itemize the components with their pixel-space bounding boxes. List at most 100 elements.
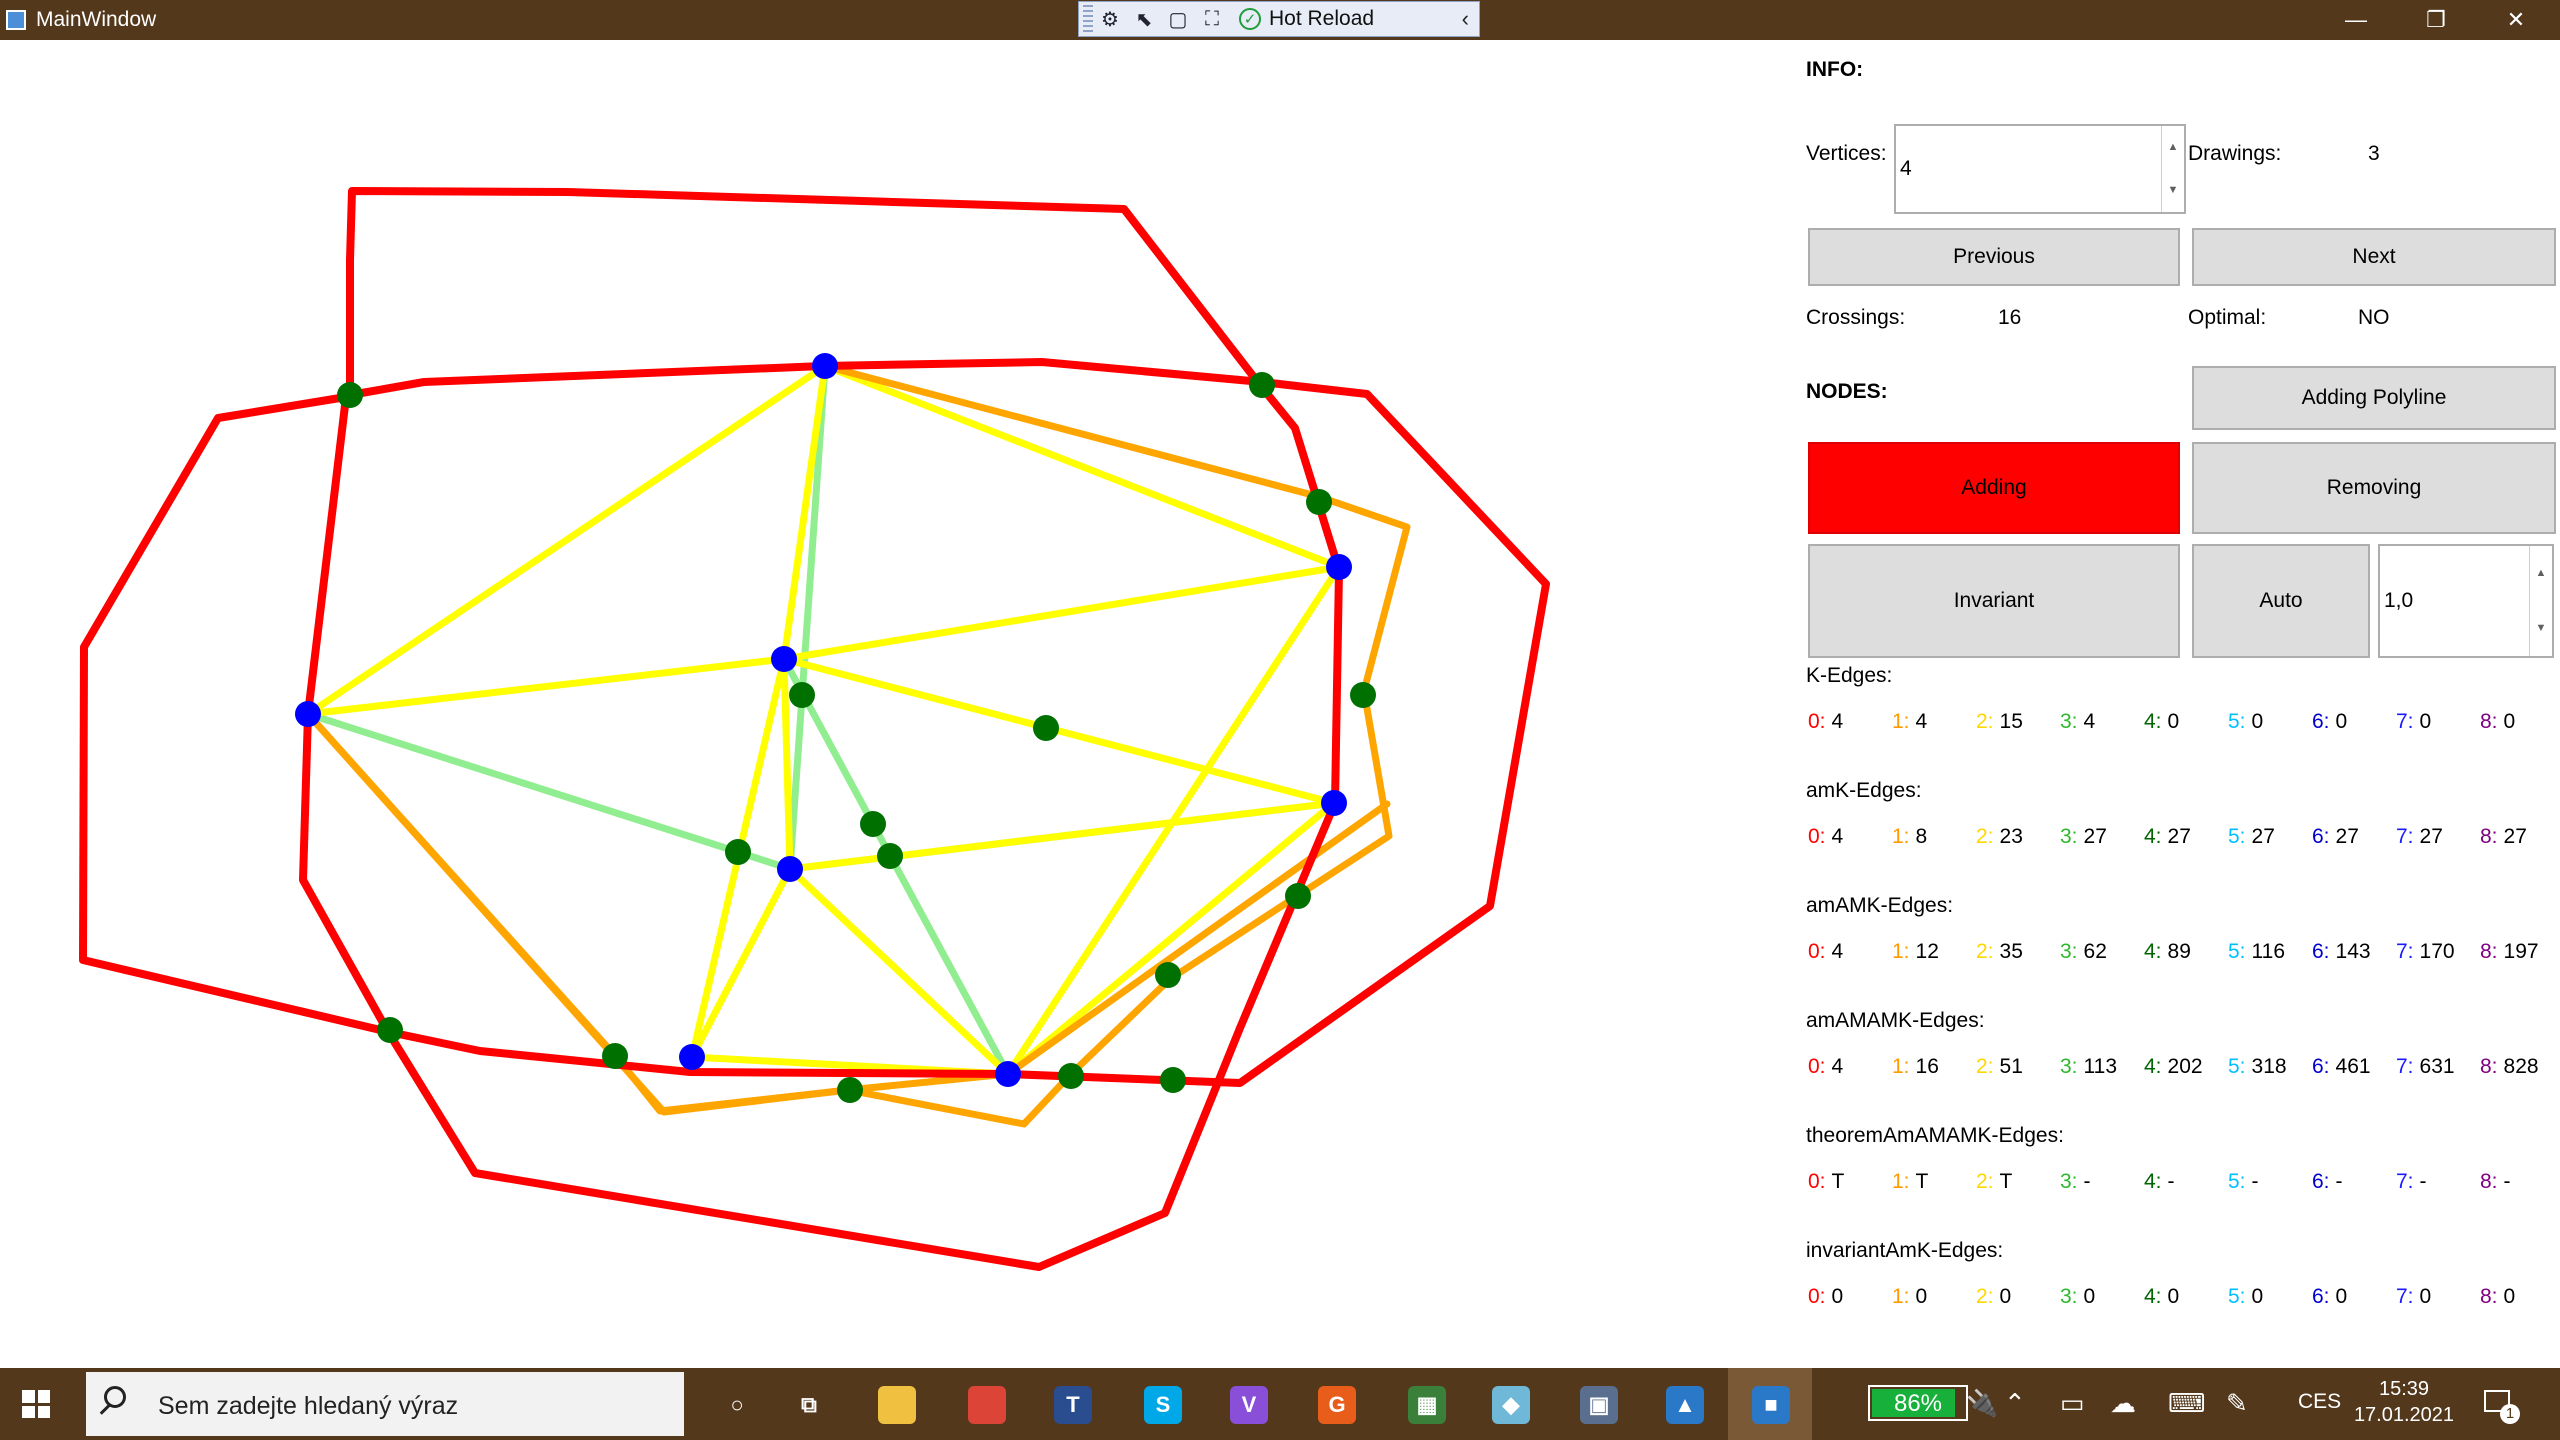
keyboard-icon[interactable]: ⌨	[2168, 1388, 2206, 1419]
crossing-point[interactable]	[1306, 489, 1332, 515]
graph-vertex[interactable]	[1326, 554, 1352, 580]
graph-canvas[interactable]	[0, 40, 1790, 1368]
adding-polyline-button[interactable]: Adding Polyline	[2192, 366, 2556, 430]
device-icon[interactable]: ▭	[2060, 1388, 2085, 1419]
edge-count-cell: 4: 202	[2144, 1055, 2203, 1079]
crossing-point[interactable]	[860, 811, 886, 837]
minimize-button[interactable]: —	[2316, 0, 2396, 40]
close-button[interactable]: ✕	[2476, 0, 2556, 40]
pen-icon[interactable]: ✎	[2226, 1388, 2248, 1419]
crossing-point[interactable]	[377, 1017, 403, 1043]
file-explorer-icon[interactable]	[878, 1386, 916, 1424]
clock[interactable]: 15:39 17.01.2021	[2344, 1376, 2464, 1428]
optimal-label: Optimal:	[2188, 306, 2267, 329]
drawing-app-icon[interactable]: ◆	[1492, 1386, 1530, 1424]
layout-adorners-icon[interactable]: ▢	[1161, 4, 1195, 34]
crossing-point[interactable]	[1058, 1063, 1084, 1089]
cortana-icon[interactable]: ○	[718, 1386, 756, 1424]
show-hidden-icons-icon[interactable]: ⌃	[2004, 1388, 2026, 1419]
vertices-stepper[interactable]: 4 ▲ ▼	[1894, 124, 2186, 214]
edge-index-label: 0:	[1808, 1170, 1826, 1193]
graph-vertex[interactable]	[812, 353, 838, 379]
vertices-down-icon[interactable]: ▼	[2162, 169, 2184, 212]
auto-factor-down-icon[interactable]: ▼	[2530, 601, 2552, 656]
edge-count-cell: 8: 0	[2480, 1285, 2515, 1309]
crossing-point[interactable]	[1285, 883, 1311, 909]
graph-edge-yellow[interactable]	[780, 655, 1338, 807]
crossing-point[interactable]	[877, 843, 903, 869]
graph-edge-yellow[interactable]	[780, 563, 1343, 663]
g-app-icon[interactable]: G	[1318, 1386, 1356, 1424]
edge-count-value: 143	[2335, 940, 2371, 963]
task-view-icon[interactable]: ⧉	[790, 1386, 828, 1424]
edge-index-label: 5:	[2228, 1170, 2246, 1193]
language-indicator[interactable]: CES	[2298, 1390, 2341, 1414]
crossing-point[interactable]	[725, 839, 751, 865]
edge-index-label: 3:	[2060, 940, 2078, 963]
previous-button[interactable]: Previous	[1808, 228, 2180, 286]
visual-studio-icon[interactable]: V	[1230, 1386, 1268, 1424]
power-plug-icon[interactable]: 🔌	[1966, 1388, 1998, 1419]
edge-group-title: theoremAmAMAMK-Edges:	[1806, 1124, 2064, 1147]
crossing-point[interactable]	[1350, 682, 1376, 708]
next-button[interactable]: Next	[2192, 228, 2556, 286]
notification-center-icon[interactable]: 1	[2480, 1384, 2520, 1424]
edge-count-cell: 5: -	[2228, 1170, 2259, 1194]
crossings-label: Crossings:	[1806, 306, 1906, 329]
graph-edge-yellow[interactable]	[688, 865, 794, 1061]
edge-count-value: 116	[2251, 940, 2285, 963]
chrome-icon[interactable]	[968, 1386, 1006, 1424]
crossing-point[interactable]	[1155, 962, 1181, 988]
photos-icon[interactable]: ▲	[1666, 1386, 1704, 1424]
crossing-point[interactable]	[337, 382, 363, 408]
network-app-icon[interactable]: ▦	[1408, 1386, 1446, 1424]
battery-indicator[interactable]: 86%	[1868, 1385, 1968, 1421]
graph-vertex[interactable]	[771, 646, 797, 672]
taskbar-search-box[interactable]: Sem zadejte hledaný výraz	[86, 1372, 684, 1436]
toolbar-grip-handle[interactable]	[1083, 5, 1093, 33]
graph-vertex[interactable]	[679, 1044, 705, 1070]
graph-edge-yellow[interactable]	[786, 865, 1012, 1078]
graph-edge-green[interactable]	[786, 362, 829, 873]
start-windows-icon[interactable]	[22, 1390, 50, 1418]
crossing-point[interactable]	[837, 1077, 863, 1103]
edge-count-value: 0	[2083, 1285, 2096, 1308]
graph-vertex[interactable]	[1321, 790, 1347, 816]
edge-index-label: 3:	[2060, 1285, 2078, 1308]
vertices-up-icon[interactable]: ▲	[2162, 126, 2184, 169]
crossing-point[interactable]	[789, 682, 815, 708]
graph-edge-orange[interactable]	[304, 362, 1411, 1128]
crossing-point[interactable]	[602, 1043, 628, 1069]
hot-reload-label[interactable]: Hot Reload	[1269, 7, 1374, 31]
select-element-icon[interactable]: ⬉	[1127, 4, 1161, 34]
onedrive-icon[interactable]: ☁	[2110, 1388, 2136, 1419]
removing-button[interactable]: Removing	[2192, 442, 2556, 534]
graph-edge-red[interactable]	[79, 256, 1550, 1087]
invariant-button[interactable]: Invariant	[1808, 544, 2180, 658]
graph-edge-yellow[interactable]	[1004, 799, 1338, 1078]
edge-index-label: 7:	[2396, 940, 2414, 963]
auto-button[interactable]: Auto	[2192, 544, 2370, 658]
edge-index-label: 4:	[2144, 1055, 2162, 1078]
crossing-point[interactable]	[1033, 715, 1059, 741]
skype-icon[interactable]: S	[1144, 1386, 1182, 1424]
texstudio-icon[interactable]: T	[1054, 1386, 1092, 1424]
auto-factor-up-icon[interactable]: ▲	[2530, 546, 2552, 601]
graph-vertex[interactable]	[995, 1061, 1021, 1087]
edge-count-cell: 0: 0	[1808, 1285, 1843, 1309]
auto-factor-stepper[interactable]: 1,0 ▲ ▼	[2378, 544, 2554, 658]
crossing-point[interactable]	[1249, 372, 1275, 398]
live-tree-icon[interactable]: ⚙	[1093, 4, 1127, 34]
graph-vertex[interactable]	[295, 701, 321, 727]
installer-icon[interactable]: ▣	[1580, 1386, 1618, 1424]
adding-button[interactable]: Adding	[1808, 442, 2180, 534]
edge-count-value: 0	[2419, 1285, 2432, 1308]
edge-index-label: 1:	[1892, 710, 1910, 733]
graph-edge-yellow[interactable]	[780, 655, 794, 873]
mainwindow-app-icon[interactable]: ■	[1752, 1386, 1790, 1424]
crossing-point[interactable]	[1160, 1067, 1186, 1093]
track-focus-icon[interactable]: ⛶	[1195, 4, 1229, 34]
restore-button[interactable]: ❐	[2396, 0, 2476, 40]
graph-vertex[interactable]	[777, 856, 803, 882]
collapse-toolbar-icon[interactable]: ‹	[1462, 6, 1469, 32]
